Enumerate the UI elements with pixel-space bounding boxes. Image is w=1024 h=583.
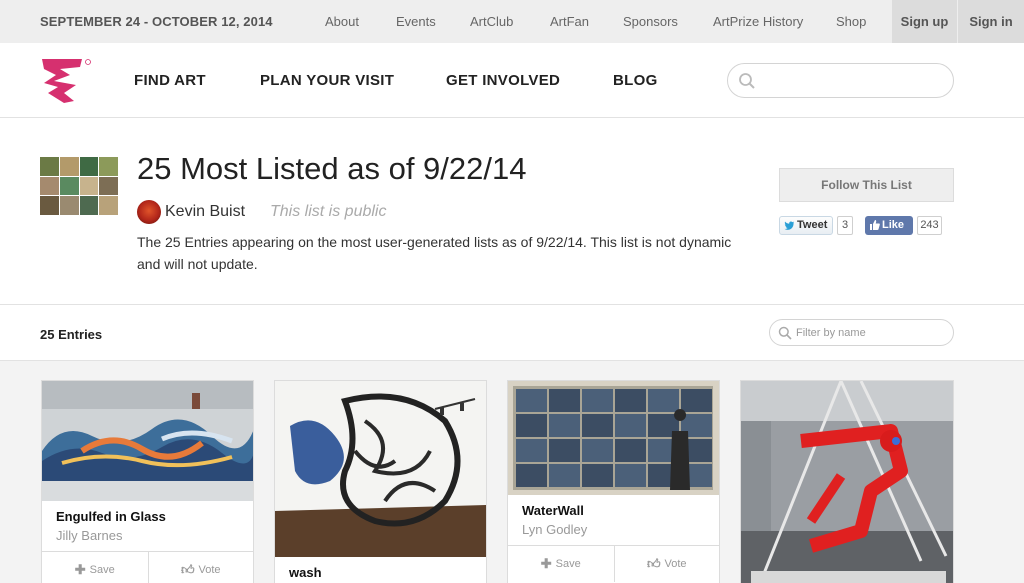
nav-link-artclub[interactable]: ArtClub — [470, 14, 513, 29]
entry-card[interactable] — [740, 380, 954, 583]
entry-title[interactable]: WaterWall — [522, 503, 584, 518]
plus-icon: ✚ — [540, 556, 552, 571]
entry-actions: ✚ Save 👍︎ Vote — [42, 551, 253, 583]
entry-title[interactable]: wash — [289, 565, 322, 580]
list-visibility: This list is public — [270, 203, 387, 220]
avatar[interactable] — [137, 200, 161, 224]
nav-link-sponsors[interactable]: Sponsors — [623, 14, 678, 29]
list-title: 25 Most Listed as of 9/22/14 — [137, 151, 527, 186]
nav-blog[interactable]: BLOG — [613, 72, 658, 89]
entry-image[interactable] — [42, 381, 253, 501]
entries-count: 25 Entries — [40, 327, 103, 342]
vote-label: Vote — [198, 564, 221, 576]
search-icon — [739, 73, 755, 89]
entry-title[interactable]: Engulfed in Glass — [56, 509, 166, 524]
entry-card[interactable]: wash — [274, 380, 487, 583]
entry-image[interactable] — [741, 381, 953, 583]
nav-find-art[interactable]: FIND ART — [134, 72, 206, 89]
like-count: 243 — [917, 216, 942, 235]
festival-dates: SEPTEMBER 24 - OCTOBER 12, 2014 — [40, 14, 273, 29]
artprize-logo[interactable] — [40, 57, 94, 105]
search-icon — [778, 326, 792, 340]
vote-label: Vote — [664, 558, 687, 570]
tweet-count: 3 — [837, 216, 853, 235]
nav-link-artfan[interactable]: ArtFan — [550, 14, 589, 29]
nav-get-involved[interactable]: GET INVOLVED — [446, 72, 560, 89]
entries-grid: Engulfed in Glass Jilly Barnes ✚ Save 👍︎ V… — [0, 361, 1024, 583]
like-label: Like — [882, 219, 905, 231]
tweet-label: Tweet — [797, 219, 828, 231]
entry-image[interactable] — [508, 381, 719, 495]
follow-list-button[interactable]: Follow This List — [779, 168, 954, 202]
save-button[interactable]: ✚ Save — [508, 546, 614, 582]
author-name[interactable]: Kevin Buist — [165, 203, 245, 221]
nav-link-artprize-history[interactable]: ArtPrize History — [713, 14, 803, 29]
nav-plan-your-visit[interactable]: PLAN YOUR VISIT — [260, 72, 394, 89]
main-header: FIND ART PLAN YOUR VISIT GET INVOLVED BL… — [0, 43, 1024, 118]
vote-button[interactable]: 👍︎ Vote — [613, 546, 720, 582]
save-label: Save — [89, 564, 115, 576]
entry-image[interactable] — [275, 381, 486, 557]
list-header: 25 Most Listed as of 9/22/14 Kevin Buist… — [0, 118, 1024, 305]
filter-box[interactable] — [769, 319, 954, 346]
entry-card[interactable]: Engulfed in Glass Jilly Barnes ✚ Save 👍︎ V… — [41, 380, 254, 583]
save-label: Save — [555, 558, 581, 570]
nav-link-shop[interactable]: Shop — [836, 14, 866, 29]
list-thumbnail-mosaic — [40, 157, 118, 215]
vote-button[interactable]: 👍︎ Vote — [147, 552, 254, 583]
thumbs-up-icon — [870, 220, 880, 230]
save-button[interactable]: ✚ Save — [42, 552, 148, 583]
entries-toolbar: 25 Entries — [0, 305, 1024, 361]
thumbs-up-icon: 👍︎ — [180, 562, 195, 577]
thumbs-up-icon: 👍︎ — [646, 556, 661, 571]
twitter-icon — [784, 221, 795, 230]
entry-card[interactable]: WaterWall Lyn Godley ✚ Save 👍︎ Vote — [507, 380, 720, 583]
entry-artist[interactable]: Lyn Godley — [522, 522, 587, 537]
sign-in-button[interactable]: Sign in — [958, 0, 1024, 43]
entry-artist[interactable]: Jilly Barnes — [56, 528, 122, 543]
sign-up-button[interactable]: Sign up — [892, 0, 957, 43]
tweet-button[interactable]: Tweet — [779, 216, 833, 235]
nav-link-events[interactable]: Events — [396, 14, 436, 29]
site-search-input[interactable] — [727, 63, 954, 98]
list-description: The 25 Entries appearing on the most use… — [137, 234, 732, 272]
plus-icon: ✚ — [74, 562, 86, 577]
entry-actions: ✚ Save 👍︎ Vote — [508, 545, 720, 582]
filter-by-name-input[interactable] — [796, 324, 946, 342]
top-bar: SEPTEMBER 24 - OCTOBER 12, 2014 About Ev… — [0, 0, 1024, 43]
facebook-like-button[interactable]: Like — [865, 216, 913, 235]
nav-link-about[interactable]: About — [325, 14, 359, 29]
